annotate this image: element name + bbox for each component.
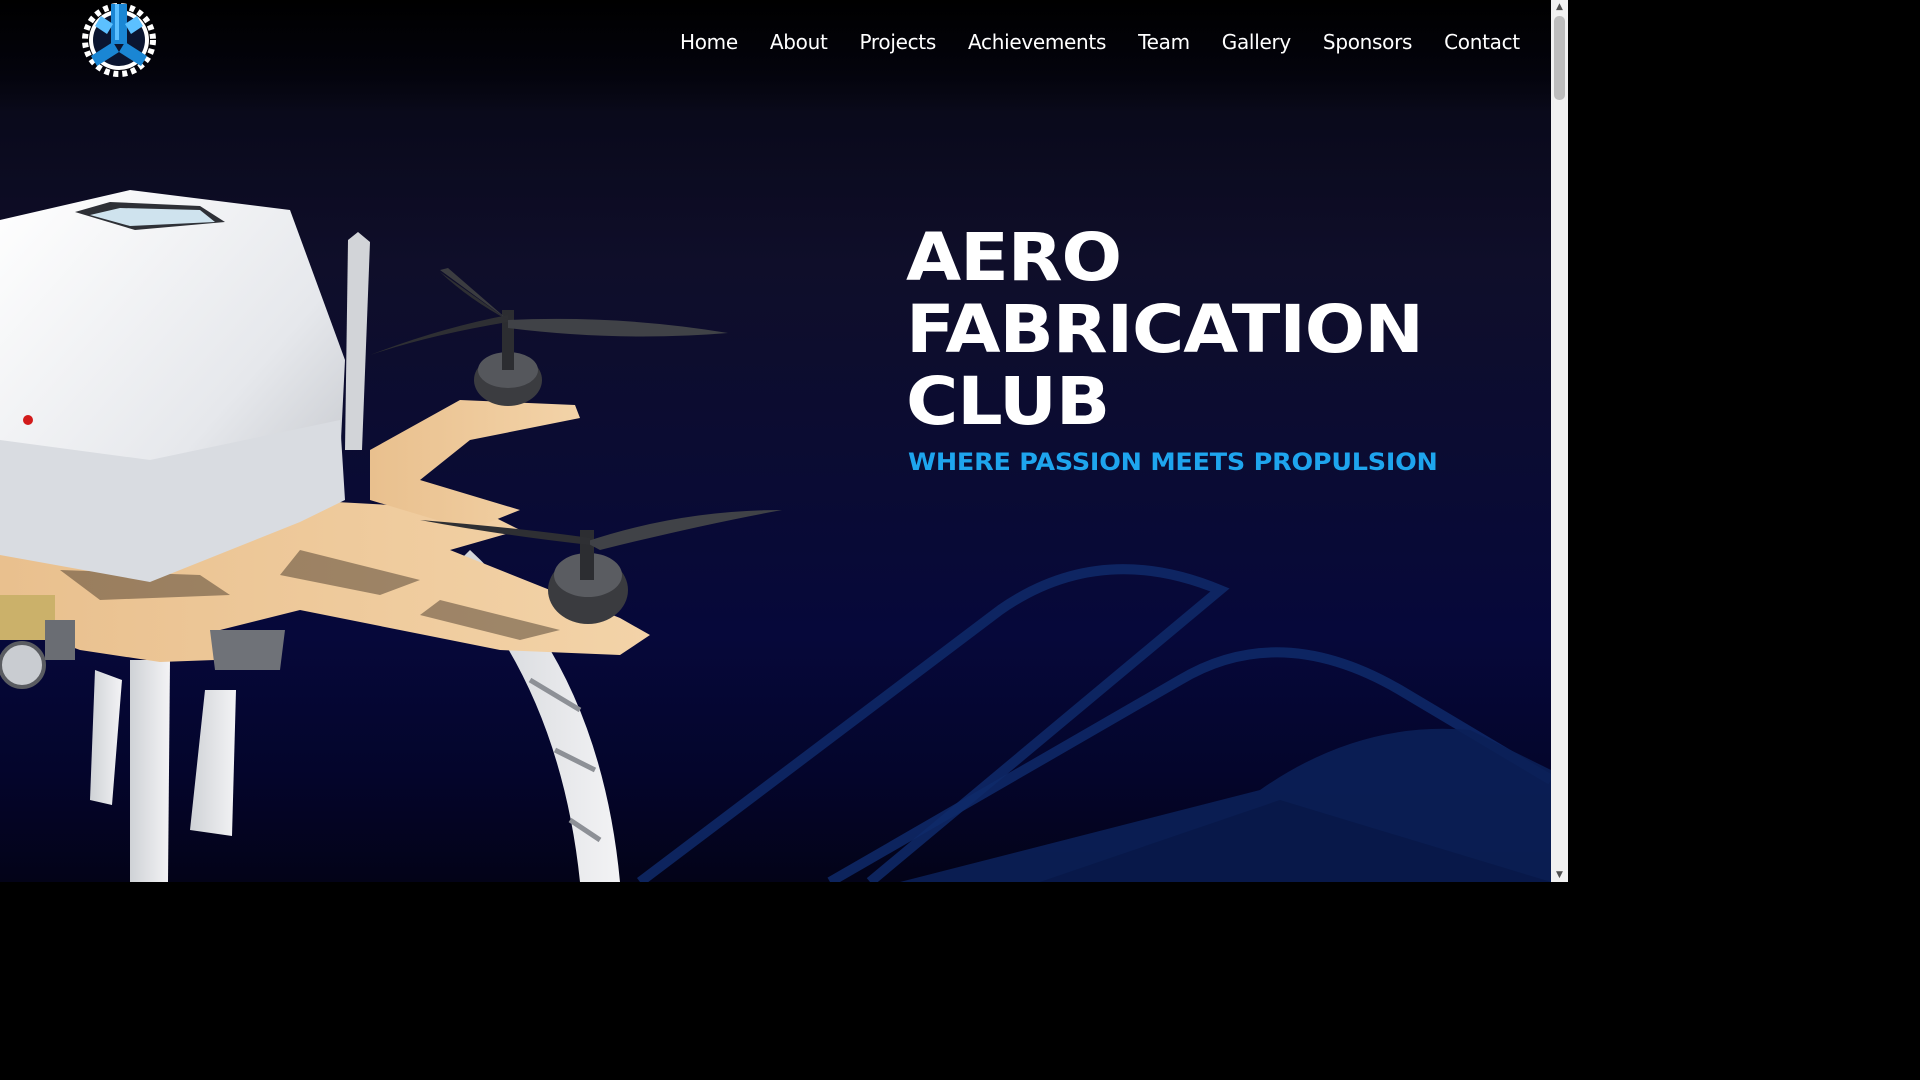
page-scrollbar[interactable]: ▲ ▼ xyxy=(1551,0,1568,882)
page-viewport: Home About Projects Achievements Team Ga… xyxy=(0,0,1551,882)
nav-achievements[interactable]: Achievements xyxy=(968,28,1106,56)
scroll-up-arrow-icon[interactable]: ▲ xyxy=(1551,0,1568,14)
nav-gallery[interactable]: Gallery xyxy=(1222,28,1291,56)
nav-home[interactable]: Home xyxy=(680,28,738,56)
nav-projects[interactable]: Projects xyxy=(860,28,937,56)
hero-tagline: WHERE PASSION MEETS PROPULSION xyxy=(908,448,1438,476)
nav-sponsors[interactable]: Sponsors xyxy=(1323,28,1413,56)
drone-illustration xyxy=(0,190,782,882)
main-nav: Home About Projects Achievements Team Ga… xyxy=(680,28,1520,56)
scroll-down-arrow-icon[interactable]: ▼ xyxy=(1551,868,1568,882)
hero-title: AERO FABRICATION CLUB xyxy=(906,219,1424,440)
site-header: Home About Projects Achievements Team Ga… xyxy=(0,0,1551,112)
nav-contact[interactable]: Contact xyxy=(1444,28,1520,56)
club-logo-gear-icon[interactable] xyxy=(76,0,162,80)
nav-team[interactable]: Team xyxy=(1138,28,1190,56)
nav-about[interactable]: About xyxy=(770,28,828,56)
scrollbar-thumb[interactable] xyxy=(1554,16,1565,100)
